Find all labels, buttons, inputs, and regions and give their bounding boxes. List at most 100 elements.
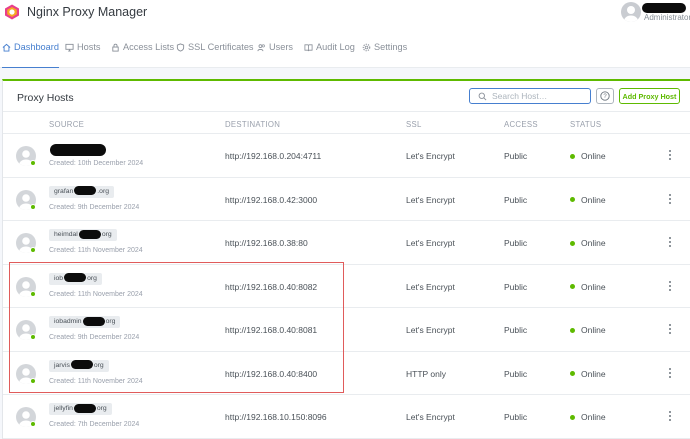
column-header-source[interactable]: SOURCE <box>49 120 84 129</box>
kebab-dot-icon <box>669 158 671 160</box>
created-date: Created: 9th December 2024 <box>49 334 140 341</box>
search-input[interactable] <box>492 90 588 102</box>
user-avatar[interactable] <box>621 2 641 22</box>
access-type: Public <box>504 238 528 248</box>
status-badge: Online <box>570 369 606 379</box>
table-row[interactable]: jellyfin org Created: 7th December 2024 h… <box>3 395 690 439</box>
help-label: ? <box>603 94 607 100</box>
home-icon <box>2 43 11 52</box>
search-icon <box>478 92 487 101</box>
created-date: Created: 11th November 2024 <box>49 377 143 385</box>
column-header-status[interactable]: STATUS <box>570 120 601 129</box>
domain-suffix: org <box>96 405 107 412</box>
domain-redacted <box>64 273 87 283</box>
user-silhouette-icon <box>624 6 638 22</box>
kebab-dot-icon <box>669 237 671 239</box>
nav-label: Audit Log <box>316 42 355 52</box>
kebab-dot-icon <box>669 324 671 326</box>
table-row[interactable]: jarvis org Created: 11th November 2024 ht… <box>3 352 690 395</box>
created-date: Created: 9th December 2024 <box>49 203 140 211</box>
nav-audit-log[interactable]: Audit Log <box>304 42 355 52</box>
row-menu-button[interactable] <box>666 149 674 161</box>
ssl-type: HTTP only <box>406 368 446 379</box>
enabled-indicator <box>30 203 36 210</box>
status-dot-icon <box>570 371 575 376</box>
table-row[interactable]: Created: 10th December 2024 http://192.1… <box>3 134 690 178</box>
brand-title[interactable]: Nginx Proxy Manager <box>27 5 147 19</box>
nav-ssl-certificates[interactable]: SSL Certificates <box>176 42 254 52</box>
nav-label: Settings <box>374 42 408 52</box>
row-menu-button[interactable] <box>666 367 674 379</box>
user-role: Administrator <box>644 13 690 22</box>
domain-prefix: jarvis <box>54 361 70 369</box>
domain-tag[interactable]: iob org <box>49 272 102 285</box>
enabled-indicator <box>30 377 36 384</box>
column-header-ssl[interactable]: SSL <box>406 120 422 129</box>
users-icon <box>257 43 265 51</box>
domain-suffix: org <box>105 318 116 325</box>
nav-dashboard[interactable]: Dashboard <box>2 42 59 68</box>
enabled-indicator <box>30 334 36 340</box>
table-row[interactable]: heimdal org Created: 11th November 2024 h… <box>3 221 690 265</box>
divider <box>3 111 690 112</box>
nav-settings[interactable]: Settings <box>362 42 407 52</box>
domain-prefix: jellyfin <box>54 405 73 412</box>
column-header-access[interactable]: ACCESS <box>504 120 538 129</box>
status-badge: Online <box>570 195 606 205</box>
kebab-dot-icon <box>669 280 671 283</box>
main-nav: Dashboard Hosts Access Lists SSL Certifi… <box>0 30 690 68</box>
nav-access-lists[interactable]: Access Lists <box>111 42 174 52</box>
domain-tag[interactable]: iobadmin org <box>49 316 121 328</box>
status-badge: Online <box>570 325 606 335</box>
domain-tag[interactable]: jellyfin org <box>49 403 112 415</box>
domain-prefix: grafan <box>54 187 74 195</box>
nginx-proxy-manager-logo-icon[interactable] <box>4 4 20 20</box>
row-menu-button[interactable] <box>666 410 674 422</box>
column-header-destination[interactable]: DESTINATION <box>225 120 280 129</box>
kebab-dot-icon <box>669 367 671 370</box>
kebab-dot-icon <box>669 150 671 152</box>
access-type: Public <box>504 412 528 422</box>
row-menu-button[interactable] <box>666 193 674 205</box>
domain-redacted <box>70 360 93 370</box>
created-date: Created: 11th November 2024 <box>49 290 143 298</box>
help-button[interactable]: ? <box>596 88 614 104</box>
ssl-type: Let's Encrypt <box>406 238 455 248</box>
table-row[interactable]: grafan .org Created: 9th December 2024 ht… <box>3 178 690 221</box>
nav-label: Access Lists <box>123 42 175 52</box>
status-label: Online <box>581 194 606 205</box>
destination-url: http://192.168.0.38:80 <box>225 238 308 248</box>
kebab-dot-icon <box>669 415 671 417</box>
domain-tag[interactable]: heimdal org <box>49 229 117 241</box>
status-badge: Online <box>570 151 606 161</box>
owner-avatar <box>16 276 36 297</box>
access-type: Public <box>504 151 528 161</box>
table-row[interactable]: iobadmin org Created: 9th December 2024 h… <box>3 308 690 352</box>
table-row[interactable]: iob org Created: 11th November 2024 http:… <box>3 265 690 308</box>
owner-avatar <box>16 320 36 340</box>
domain-tag[interactable]: jarvis org <box>49 359 109 372</box>
user-name-redacted <box>642 3 686 13</box>
row-menu-button[interactable] <box>666 236 674 248</box>
nav-hosts[interactable]: Hosts <box>65 42 101 52</box>
kebab-dot-icon <box>669 284 671 287</box>
access-type: Public <box>504 194 528 205</box>
domain-tag[interactable]: grafan .org <box>49 185 114 198</box>
kebab-dot-icon <box>669 154 671 156</box>
status-badge: Online <box>570 282 606 292</box>
gear-icon <box>362 43 371 51</box>
ssl-type: Let's Encrypt <box>406 151 455 161</box>
add-proxy-host-button[interactable]: Add Proxy Host <box>619 88 680 104</box>
access-type: Public <box>504 281 528 292</box>
status-dot-icon <box>570 284 575 289</box>
kebab-dot-icon <box>669 371 671 374</box>
row-menu-button[interactable] <box>666 280 674 292</box>
search-box[interactable] <box>469 88 591 104</box>
shield-icon <box>176 42 185 52</box>
created-date: Created: 10th December 2024 <box>49 160 144 167</box>
row-menu-button[interactable] <box>666 323 674 335</box>
status-label: Online <box>581 325 606 335</box>
kebab-dot-icon <box>669 201 671 204</box>
enabled-indicator <box>30 290 36 297</box>
nav-users[interactable]: Users <box>257 42 293 52</box>
